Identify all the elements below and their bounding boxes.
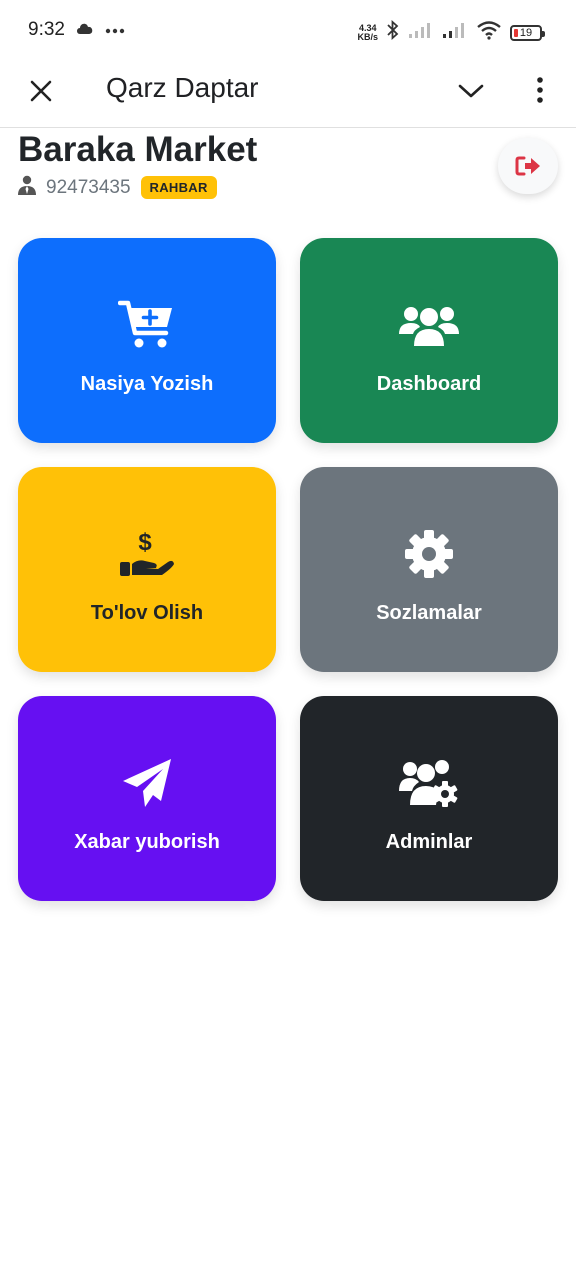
tile-label: Adminlar: [385, 831, 473, 853]
signal-icon-1: [408, 21, 434, 44]
tile-tolov-olish[interactable]: $ To'lov Olish: [18, 467, 276, 672]
sign-out-icon: [515, 156, 540, 176]
battery-percent: 19: [519, 26, 533, 39]
gear-icon: [397, 522, 461, 586]
network-speed: 4.34 KB/s: [357, 23, 378, 42]
tile-sozlamalar[interactable]: Sozlamalar: [300, 467, 558, 672]
users-gear-icon: [397, 751, 461, 815]
tile-nasiya-yozish[interactable]: Nasiya Yozish: [18, 238, 276, 443]
status-bar: 9:32 4.34 KB/s 19: [0, 0, 576, 60]
collapse-button[interactable]: [454, 74, 488, 108]
tile-label: Nasiya Yozish: [80, 373, 214, 395]
logout-button[interactable]: [498, 138, 558, 194]
hand-dollar-icon: $: [115, 522, 179, 586]
tile-label: To'lov Olish: [90, 602, 204, 624]
network-speed-unit: KB/s: [357, 31, 378, 42]
tile-label: Xabar yuborish: [74, 831, 220, 853]
more-vertical-icon: [537, 77, 543, 103]
tile-label: Sozlamalar: [376, 602, 482, 624]
app-title: Qarz Daptar: [106, 72, 259, 103]
svg-text:$: $: [138, 529, 152, 556]
tile-xabar-yuborish[interactable]: Xabar yuborish: [18, 696, 276, 901]
user-phone: 92473435: [46, 176, 131, 198]
status-left: 9:32: [28, 19, 125, 41]
chevron-down-icon: [458, 84, 484, 98]
users-icon: [397, 293, 461, 357]
more-options-button[interactable]: [524, 72, 556, 108]
close-button[interactable]: [24, 74, 58, 108]
role-badge: RAHBAR: [140, 176, 217, 199]
tile-dashboard[interactable]: Dashboard: [300, 238, 558, 443]
store-name: Baraka Market: [18, 130, 258, 169]
signal-icon-2: [442, 21, 468, 44]
wifi-icon: [476, 20, 502, 45]
user-info: 92473435 RAHBAR: [18, 175, 217, 200]
tile-adminlar[interactable]: Adminlar: [300, 696, 558, 901]
user-icon: [18, 175, 36, 200]
battery-indicator: 19: [510, 24, 545, 41]
close-icon: [30, 80, 52, 102]
tile-label: Dashboard: [376, 373, 482, 395]
bluetooth-icon: [386, 19, 400, 45]
cloud-icon: [75, 21, 95, 40]
paper-plane-icon: [115, 751, 179, 815]
battery-level: [514, 28, 518, 37]
cart-plus-icon: [115, 293, 179, 357]
app-bar: Qarz Daptar: [0, 60, 576, 128]
status-time: 9:32: [28, 19, 65, 40]
more-notifications-icon: [105, 21, 125, 39]
status-right: 4.34 KB/s 19: [357, 19, 545, 45]
